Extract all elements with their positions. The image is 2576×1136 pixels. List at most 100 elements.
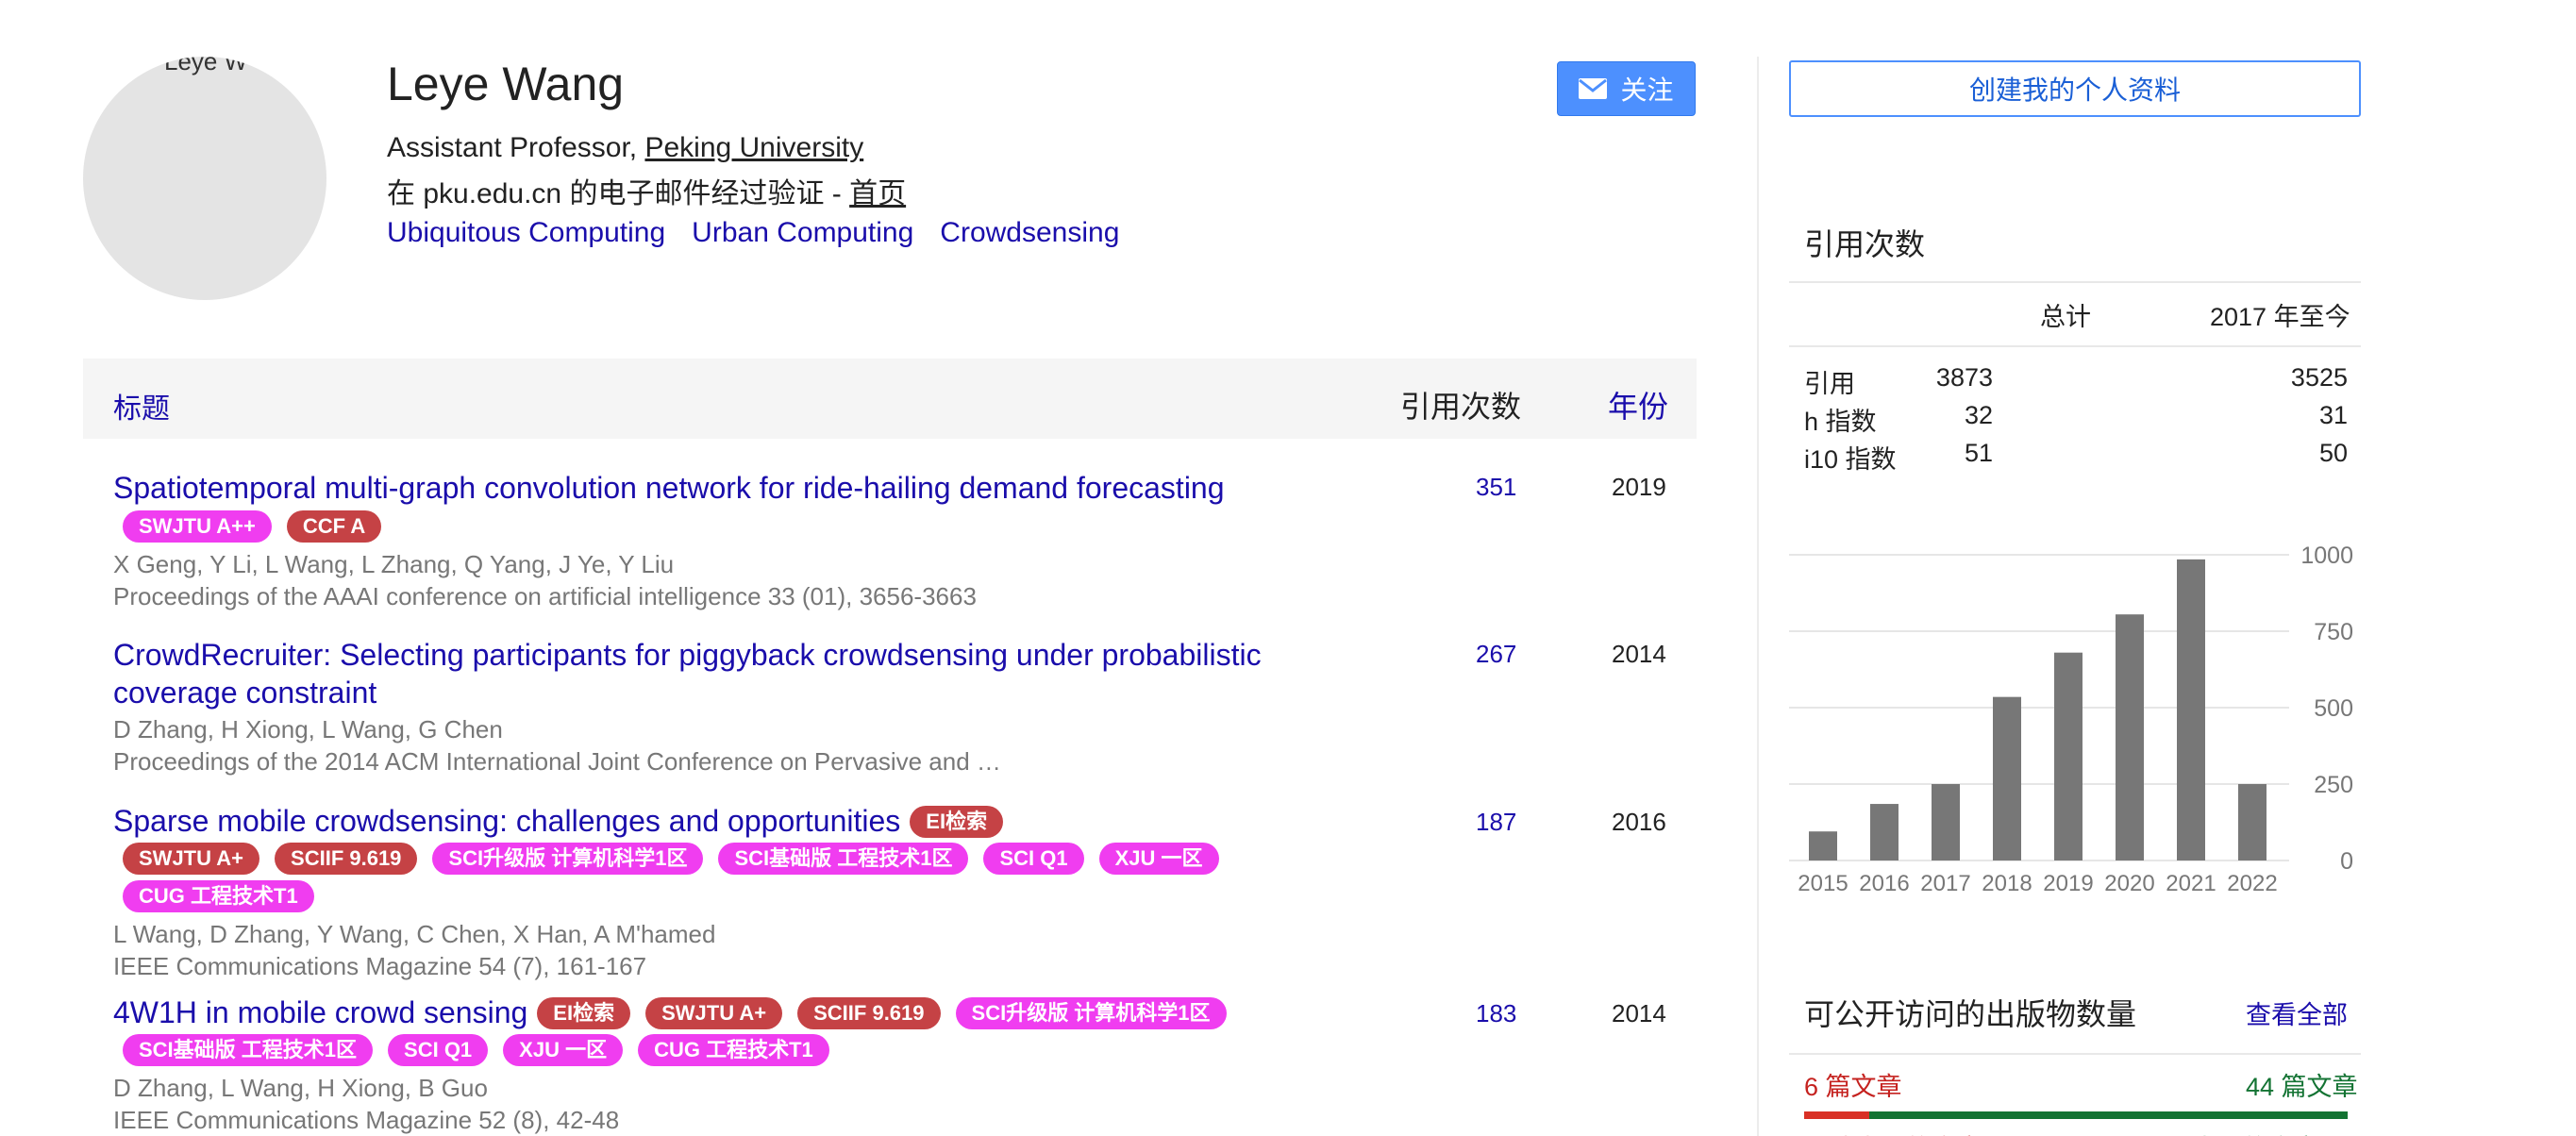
- badge: SCI Q1: [983, 843, 1084, 876]
- y-tick-label: 250: [2314, 772, 2353, 798]
- stat-since: 3525: [2290, 363, 2348, 392]
- badge: SCI升级版 计算机科学1区: [955, 996, 1227, 1029]
- articles-table-header: 标题 引用次数 年份: [83, 359, 1697, 439]
- x-tick-label: 2018: [1982, 871, 2032, 896]
- stat-total: 32: [1964, 401, 1993, 429]
- article-title[interactable]: Spatiotemporal multi-graph convolution n…: [113, 471, 1225, 505]
- affiliation-link[interactable]: Peking University: [644, 132, 863, 163]
- badge: SCIIF 9.619: [275, 843, 418, 876]
- citations-bar-chart: 0 250 500 750 1000 2015 2016 2017 2018 2019 2020 20…: [1789, 543, 2353, 896]
- badge: XJU 一区: [1098, 843, 1219, 876]
- interest-urban-computing[interactable]: Urban Computing: [692, 217, 913, 248]
- bar-2017[interactable]: [1932, 784, 1960, 860]
- x-tick-label: 2019: [2043, 871, 2093, 896]
- badge: XJU 一区: [503, 1034, 624, 1067]
- badge: CUG 工程技术T1: [123, 879, 314, 912]
- y-tick-label: 500: [2314, 695, 2353, 722]
- affiliation-role: Assistant Professor,: [387, 132, 645, 163]
- open-access-heading: 可公开访问的出版物数量: [1804, 997, 2137, 1031]
- x-tick-label: 2015: [1798, 871, 1848, 896]
- article-title[interactable]: CrowdRecruiter: Selecting participants f…: [113, 638, 1262, 710]
- affiliation: Assistant Professor, Peking University: [387, 132, 863, 164]
- cited-by-heading: 引用次数: [1804, 227, 1926, 261]
- table-row: 4W1H in mobile crowd sensing EI检索 SWJTU A+…: [113, 995, 1697, 1136]
- open-access-bar: [1804, 1111, 2348, 1119]
- bar-2015[interactable]: [1809, 831, 1837, 860]
- unavailable-label: 无法查看的文章: [1804, 1128, 1982, 1136]
- stat-row-h-index: h 指数 32 31: [1804, 401, 2348, 439]
- x-tick-label: 2022: [2227, 871, 2277, 896]
- article-title-line: 4W1H in mobile crowd sensing EI检索 SWJTU A+…: [113, 995, 1368, 1070]
- stat-label[interactable]: 引用: [1804, 363, 1855, 400]
- article-venue: IEEE Communications Magazine 52 (8), 42-…: [113, 1106, 620, 1135]
- bar-2018[interactable]: [1993, 696, 2021, 860]
- interest-ubiquitous-computing[interactable]: Ubiquitous Computing: [387, 217, 665, 248]
- stats-col-since: 2017 年至今: [2210, 303, 2350, 331]
- column-divider: [1757, 57, 1759, 1136]
- available-count: 44 篇文章: [2246, 1073, 2358, 1101]
- article-title-line: Spatiotemporal multi-graph convolution n…: [113, 469, 1368, 546]
- article-year: 2019: [1612, 473, 1666, 501]
- badge: SCI基础版 工程技术1区: [718, 843, 969, 876]
- cited-by-count[interactable]: 351: [1476, 473, 1516, 502]
- create-profile-button[interactable]: 创建我的个人资料: [1789, 60, 2361, 117]
- header-cited-by[interactable]: 引用次数: [1400, 383, 1521, 426]
- stat-row-citations: 引用 3873 3525: [1804, 363, 2348, 401]
- homepage-link[interactable]: 首页: [849, 178, 906, 209]
- y-tick-label: 0: [2340, 848, 2353, 875]
- table-row: Sparse mobile crowdsensing: challenges a…: [113, 804, 1697, 982]
- x-tick-label: 2017: [1920, 871, 1970, 896]
- bar-2022[interactable]: [2238, 784, 2267, 860]
- badge: EI检索: [537, 996, 631, 1029]
- badge: EI检索: [910, 805, 1004, 838]
- email-verification: 在 pku.edu.cn 的电子邮件经过验证 - 首页: [387, 170, 906, 211]
- verify-text: 在 pku.edu.cn 的电子邮件经过验证 -: [387, 178, 850, 209]
- profile-name: Leye Wang: [387, 58, 625, 110]
- x-tick-label: 2016: [1859, 871, 1909, 896]
- article-venue: Proceedings of the AAAI conference on ar…: [113, 581, 977, 610]
- badge: SWJTU A++: [123, 510, 272, 543]
- article-authors: D Zhang, L Wang, H Xiong, B Guo: [113, 1074, 488, 1103]
- available-label: 可查看的文章: [2166, 1128, 2319, 1136]
- bar-2016[interactable]: [1870, 804, 1899, 860]
- bar-2019[interactable]: [2054, 652, 2083, 860]
- mail-icon: [1579, 78, 1608, 99]
- badge: SWJTU A+: [123, 843, 260, 876]
- stat-total: 51: [1964, 439, 1993, 467]
- view-all-link[interactable]: 查看全部: [2246, 994, 2348, 1031]
- y-tick-label: 750: [2314, 619, 2353, 645]
- divider: [1789, 1053, 2361, 1055]
- article-venue: Proceedings of the 2014 ACM Internationa…: [113, 747, 1001, 776]
- sort-by-year[interactable]: 年份: [1608, 383, 1668, 426]
- stat-row-i10-index: i10 指数 51 50: [1804, 439, 2348, 476]
- avatar-alt-text: Leye W: [164, 57, 248, 75]
- article-title[interactable]: Sparse mobile crowdsensing: challenges a…: [113, 804, 900, 838]
- cited-by-count[interactable]: 183: [1476, 999, 1516, 1028]
- bar-2021[interactable]: [2177, 559, 2205, 860]
- article-year: 2016: [1612, 808, 1666, 836]
- badge: CUG 工程技术T1: [638, 1034, 829, 1067]
- article-authors: X Geng, Y Li, L Wang, L Zhang, Q Yang, J…: [113, 549, 675, 578]
- article-year: 2014: [1612, 640, 1666, 668]
- badge: SWJTU A+: [645, 996, 783, 1029]
- unavailable-count: 6 篇文章: [1804, 1073, 1902, 1101]
- cited-by-count[interactable]: 267: [1476, 640, 1516, 669]
- interests: Ubiquitous Computing Urban Computing Crowd…: [387, 217, 1146, 249]
- x-tick-label: 2021: [2166, 871, 2216, 896]
- interest-crowdsensing[interactable]: Crowdsensing: [940, 217, 1119, 248]
- bar-2020[interactable]: [2116, 614, 2144, 860]
- avatar: Leye W: [83, 57, 326, 300]
- badge: CCF A: [286, 510, 382, 543]
- sort-by-title[interactable]: 标题: [113, 385, 170, 426]
- badge: SCI Q1: [388, 1034, 489, 1067]
- table-row: CrowdRecruiter: Selecting participants f…: [113, 636, 1697, 777]
- stat-label[interactable]: h 指数: [1804, 401, 1877, 438]
- stat-label[interactable]: i10 指数: [1804, 439, 1897, 476]
- open-access-bar-unavailable: [1804, 1111, 1870, 1119]
- article-authors: D Zhang, H Xiong, L Wang, G Chen: [113, 715, 503, 743]
- follow-button[interactable]: 关注: [1557, 61, 1696, 116]
- article-title[interactable]: 4W1H in mobile crowd sensing: [113, 995, 527, 1029]
- cited-by-count[interactable]: 187: [1476, 808, 1516, 837]
- table-row: Spatiotemporal multi-graph convolution n…: [113, 469, 1697, 612]
- y-tick-label: 1000: [2300, 543, 2353, 569]
